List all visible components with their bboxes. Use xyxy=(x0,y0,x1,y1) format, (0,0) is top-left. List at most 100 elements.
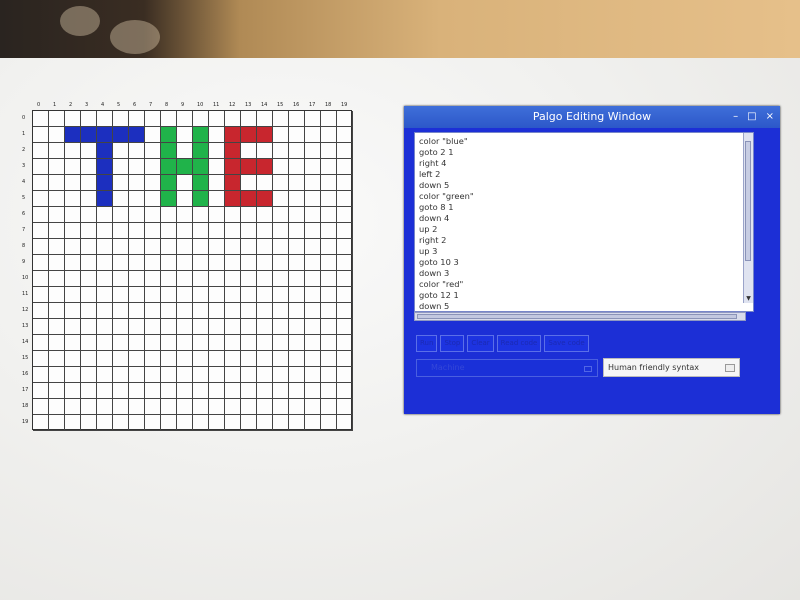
scrollbar-thumb[interactable] xyxy=(417,314,737,319)
grid-cell xyxy=(337,175,353,191)
grid-cell xyxy=(145,223,161,239)
grid-cell xyxy=(337,191,353,207)
column-label: 19 xyxy=(341,102,348,108)
grid-cell xyxy=(225,367,241,383)
column-label: 4 xyxy=(101,102,105,108)
grid-cell xyxy=(289,351,305,367)
grid-cell xyxy=(337,159,353,175)
grid-cell xyxy=(49,383,65,399)
grid-cell xyxy=(113,287,129,303)
grid-cell xyxy=(225,319,241,335)
grid-cell xyxy=(97,207,113,223)
grid-cell xyxy=(65,223,81,239)
grid-cell xyxy=(193,415,209,431)
grid-cell xyxy=(177,383,193,399)
grid-cell xyxy=(273,111,289,127)
grid-cell xyxy=(81,223,97,239)
grid-cell xyxy=(97,367,113,383)
grid-cell xyxy=(305,383,321,399)
grid-cell xyxy=(113,319,129,335)
row-label: 8 xyxy=(22,243,26,249)
mode-select[interactable]: Machine xyxy=(416,359,598,377)
save-code-button[interactable]: Save code xyxy=(544,335,589,352)
grid-cell xyxy=(209,271,225,287)
grid-cell xyxy=(289,175,305,191)
grid-cell xyxy=(273,191,289,207)
minimize-icon[interactable]: – xyxy=(733,106,738,128)
grid-cell xyxy=(97,111,113,127)
grid-cell xyxy=(49,223,65,239)
grid-cell xyxy=(81,271,97,287)
read-code-button[interactable]: Read code xyxy=(496,335,542,352)
grid-cell xyxy=(145,415,161,431)
grid-cell xyxy=(49,159,65,175)
stop-button[interactable]: Stop xyxy=(440,335,465,352)
grid-cell xyxy=(145,111,161,127)
grid-cell xyxy=(273,175,289,191)
grid-cell xyxy=(65,271,81,287)
row-labels: 0 1 2 3 4 5 6 7 8 9 10 11 12 13 14 15 16 17 18 19 xyxy=(18,110,32,430)
grid-cell xyxy=(225,143,241,159)
grid-cell xyxy=(241,335,257,351)
grid-cell xyxy=(289,399,305,415)
grid-cell xyxy=(337,127,353,143)
grid-cell xyxy=(273,255,289,271)
grid-cell xyxy=(225,207,241,223)
grid-cell xyxy=(81,367,97,383)
grid-cell xyxy=(33,127,49,143)
grid-cell xyxy=(193,143,209,159)
photo-highlight xyxy=(60,6,100,36)
grid-cell xyxy=(241,303,257,319)
grid-cell xyxy=(65,191,81,207)
row-label: 7 xyxy=(22,227,26,233)
grid-cell xyxy=(225,335,241,351)
grid-cell xyxy=(145,191,161,207)
grid-cell xyxy=(33,351,49,367)
syntax-select[interactable]: Human friendly syntax xyxy=(603,358,740,377)
grid-cell xyxy=(65,399,81,415)
grid-cell xyxy=(209,287,225,303)
grid-cell xyxy=(97,303,113,319)
grid-cell xyxy=(177,223,193,239)
grid-cell xyxy=(241,287,257,303)
close-icon[interactable]: × xyxy=(766,106,774,128)
grid-cell xyxy=(145,143,161,159)
grid-cell xyxy=(225,223,241,239)
scrollbar-thumb[interactable] xyxy=(745,141,751,261)
grid-cell xyxy=(81,175,97,191)
grid-cell xyxy=(49,191,65,207)
grid-cell xyxy=(305,319,321,335)
grid-cell xyxy=(113,143,129,159)
column-label: 7 xyxy=(149,102,153,108)
row-label: 13 xyxy=(22,323,29,329)
grid-cell xyxy=(193,383,209,399)
grid-cell xyxy=(305,367,321,383)
grid-cell xyxy=(161,287,177,303)
grid-cell xyxy=(65,383,81,399)
vertical-scrollbar[interactable]: ▼ xyxy=(743,133,753,303)
grid-cell xyxy=(81,255,97,271)
horizontal-scrollbar[interactable] xyxy=(414,312,746,321)
grid-cell xyxy=(129,415,145,431)
grid-cell xyxy=(193,223,209,239)
run-button[interactable]: Run xyxy=(416,335,438,352)
column-label: 2 xyxy=(69,102,73,108)
code-editor[interactable]: color "blue" goto 2 1 right 4 left 2 down 5c… xyxy=(414,132,754,312)
grid-cell xyxy=(97,287,113,303)
grid-cell xyxy=(49,255,65,271)
grid-cell xyxy=(65,255,81,271)
grid-cell xyxy=(145,335,161,351)
grid-cell xyxy=(49,287,65,303)
grid-cell xyxy=(113,303,129,319)
window-titlebar[interactable]: Palgo Editing Window – □ × xyxy=(404,106,780,128)
column-label: 13 xyxy=(245,102,252,108)
scroll-down-icon[interactable]: ▼ xyxy=(744,294,753,303)
code-line: left 2 xyxy=(419,169,441,179)
grid-cell xyxy=(33,159,49,175)
grid-cell xyxy=(97,255,113,271)
clear-button[interactable]: Clear xyxy=(467,335,494,352)
maximize-icon[interactable]: □ xyxy=(747,106,756,128)
grid-cell xyxy=(289,367,305,383)
grid-cell xyxy=(97,159,113,175)
grid-cell xyxy=(193,303,209,319)
